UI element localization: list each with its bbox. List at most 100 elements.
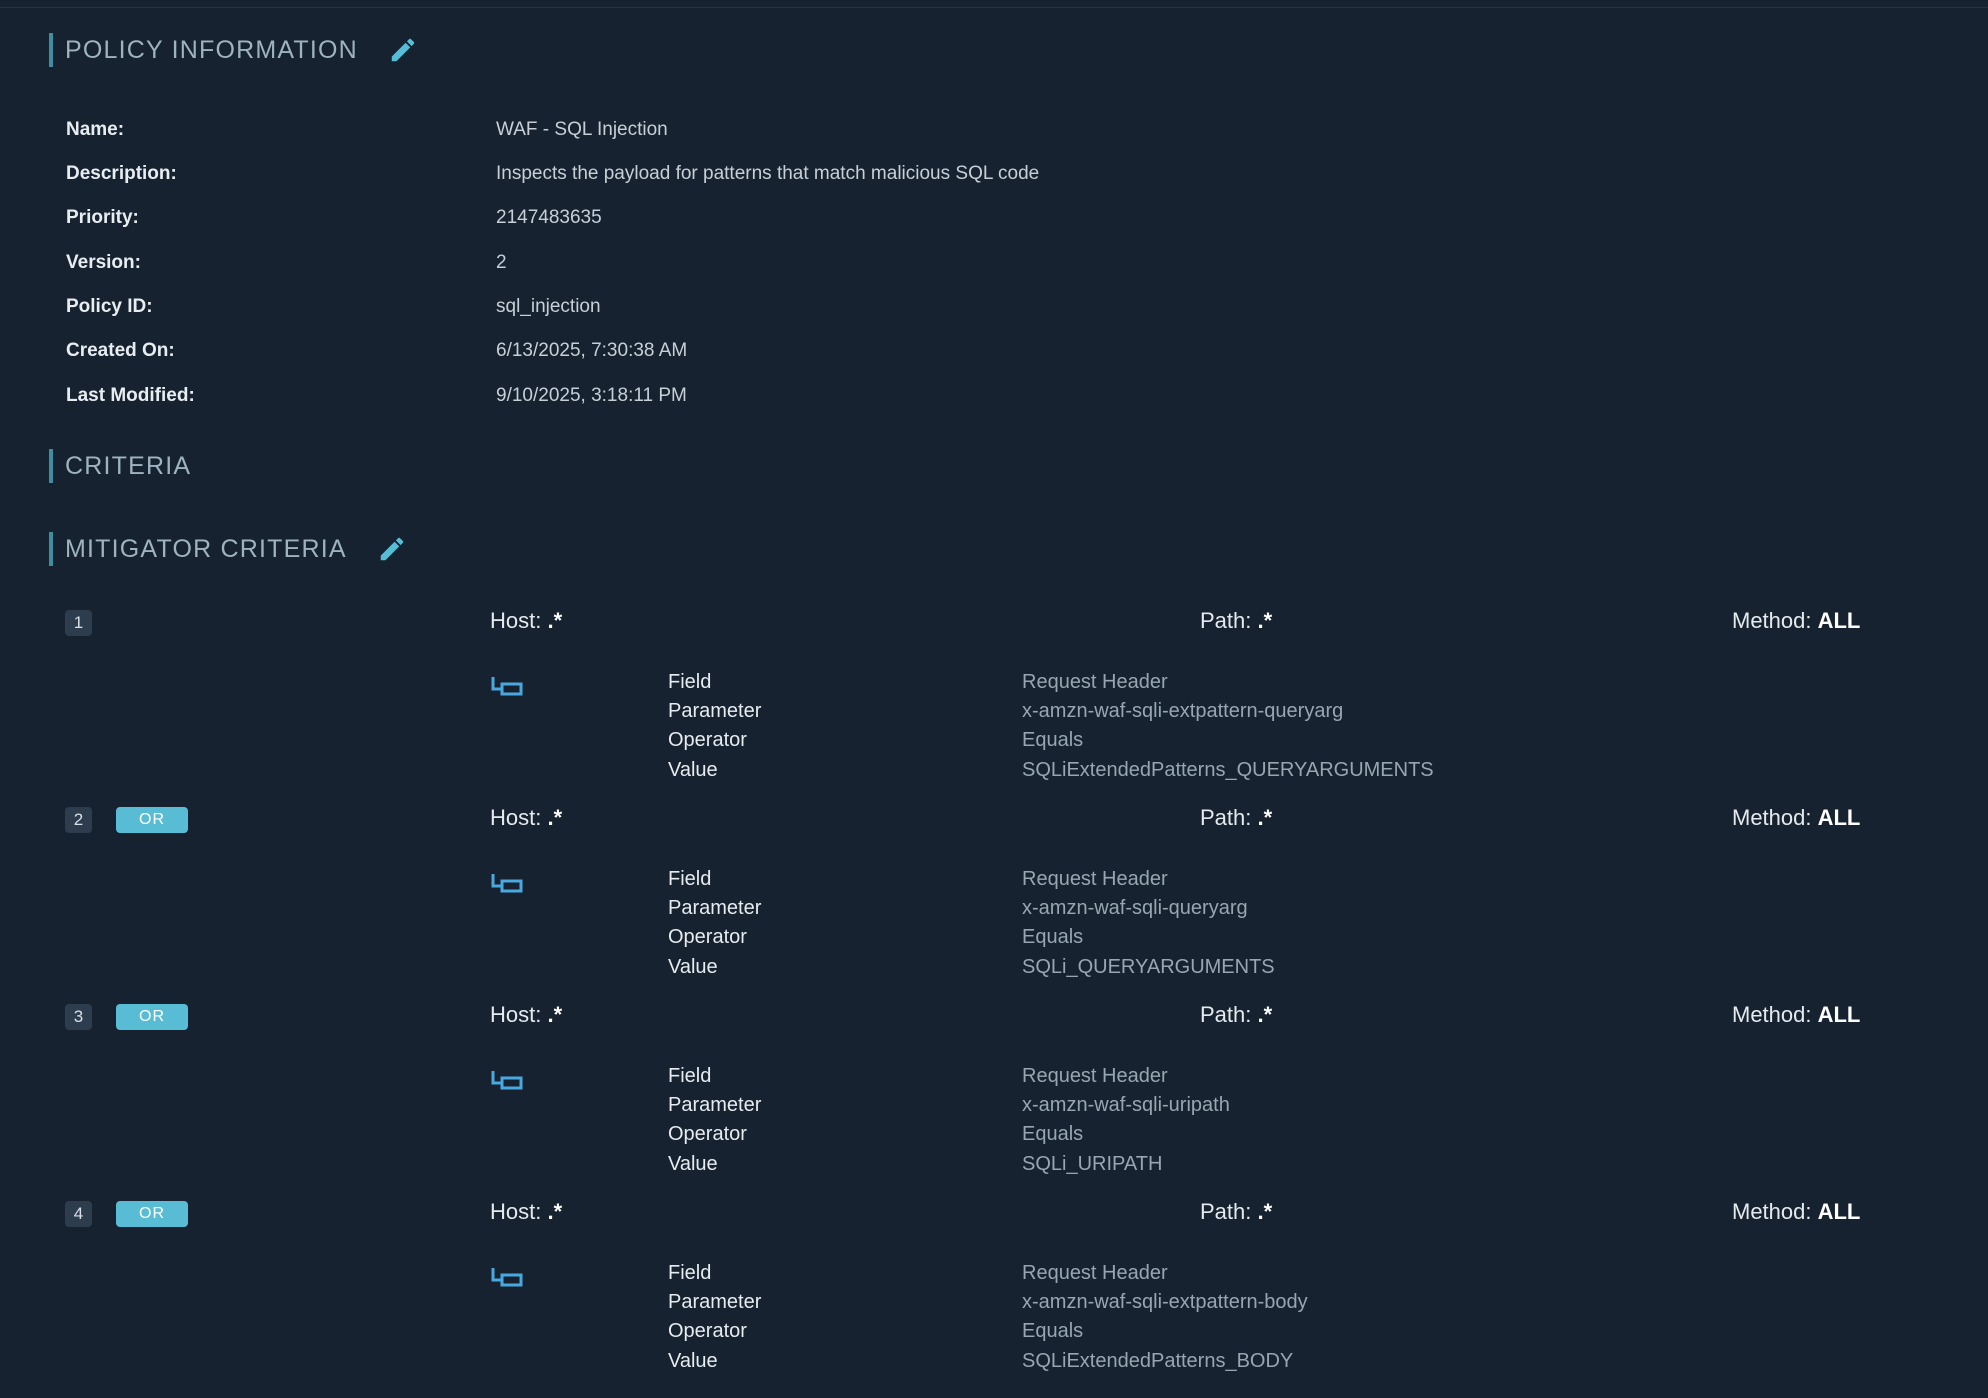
criterion-host: Host: .* bbox=[490, 1199, 562, 1225]
path-label: Path: bbox=[1200, 608, 1258, 633]
criterion-path: Path: .* bbox=[1200, 805, 1272, 831]
operator-label: Operator bbox=[668, 729, 747, 751]
host-value: .* bbox=[547, 1199, 563, 1224]
value-value: SQLi_URIPATH bbox=[1022, 1153, 1163, 1175]
info-value: 2147483635 bbox=[496, 207, 602, 228]
host-label: Host: bbox=[490, 1199, 548, 1224]
section-accent-bar bbox=[49, 449, 53, 483]
value-label: Value bbox=[668, 956, 718, 978]
operator-value: Equals bbox=[1022, 1320, 1084, 1342]
host-label: Host: bbox=[490, 608, 548, 633]
info-row-version: Version: 2 bbox=[66, 252, 1666, 282]
operator-label: Operator bbox=[668, 926, 747, 948]
info-value: Inspects the payload for patterns that m… bbox=[496, 163, 1040, 184]
criterion-method: Method: ALL bbox=[1732, 1002, 1860, 1028]
criterion-path: Path: .* bbox=[1200, 1002, 1272, 1028]
info-row-policy-id: Policy ID: sql_injection bbox=[66, 296, 1666, 326]
operator-label: Operator bbox=[668, 1320, 747, 1342]
info-label: Priority: bbox=[66, 207, 139, 228]
method-value: ALL bbox=[1817, 805, 1861, 830]
value-value: SQLiExtendedPatterns_QUERYARGUMENTS bbox=[1022, 759, 1434, 781]
sub-condition-icon bbox=[490, 872, 524, 896]
info-row-priority: Priority: 2147483635 bbox=[66, 207, 1666, 237]
criterion-method: Method: ALL bbox=[1732, 805, 1860, 831]
criterion-number: 4 bbox=[65, 1201, 92, 1227]
path-value: .* bbox=[1257, 805, 1273, 830]
info-label: Policy ID: bbox=[66, 296, 153, 317]
field-label: Field bbox=[668, 671, 712, 693]
field-label: Field bbox=[668, 868, 712, 890]
criterion-method: Method: ALL bbox=[1732, 608, 1860, 634]
criterion-path: Path: .* bbox=[1200, 608, 1272, 634]
criterion-item: 3 OR Host: .* Path: .* Method: ALL Field… bbox=[0, 1002, 1988, 1201]
operator-value: Equals bbox=[1022, 1123, 1084, 1145]
method-label: Method: bbox=[1732, 608, 1818, 633]
criteria-header: CRITERIA bbox=[49, 448, 191, 484]
info-value: 6/13/2025, 7:30:38 AM bbox=[496, 340, 688, 361]
criterion-item: 2 OR Host: .* Path: .* Method: ALL Field… bbox=[0, 805, 1988, 1004]
method-label: Method: bbox=[1732, 1199, 1818, 1224]
info-label: Created On: bbox=[66, 340, 175, 361]
parameter-value: x-amzn-waf-sqli-extpattern-body bbox=[1022, 1291, 1308, 1313]
field-label: Field bbox=[668, 1262, 712, 1284]
info-value: WAF - SQL Injection bbox=[496, 119, 668, 140]
path-value: .* bbox=[1257, 608, 1273, 633]
criterion-item: 1 Host: .* Path: .* Method: ALL Field Re… bbox=[0, 608, 1988, 807]
info-row-name: Name: WAF - SQL Injection bbox=[66, 119, 1666, 149]
or-badge: OR bbox=[116, 1004, 188, 1030]
info-row-last-modified: Last Modified: 9/10/2025, 3:18:11 PM bbox=[66, 385, 1666, 415]
top-divider bbox=[0, 0, 1988, 8]
operator-value: Equals bbox=[1022, 926, 1084, 948]
criterion-host: Host: .* bbox=[490, 608, 562, 634]
path-label: Path: bbox=[1200, 1002, 1258, 1027]
sub-condition-icon bbox=[490, 1069, 524, 1093]
criterion-method: Method: ALL bbox=[1732, 1199, 1860, 1225]
policy-information-header: POLICY INFORMATION bbox=[49, 32, 418, 68]
path-label: Path: bbox=[1200, 805, 1258, 830]
parameter-value: x-amzn-waf-sqli-queryarg bbox=[1022, 897, 1248, 919]
mitigator-criteria-header: MITIGATOR CRITERIA bbox=[49, 531, 407, 567]
sub-condition-icon bbox=[490, 675, 524, 699]
criterion-number: 1 bbox=[65, 610, 92, 636]
operator-label: Operator bbox=[668, 1123, 747, 1145]
parameter-value: x-amzn-waf-sqli-extpattern-queryarg bbox=[1022, 700, 1344, 722]
host-label: Host: bbox=[490, 1002, 548, 1027]
parameter-label: Parameter bbox=[668, 897, 762, 919]
criterion-item: 4 OR Host: .* Path: .* Method: ALL Field… bbox=[0, 1199, 1988, 1398]
info-row-description: Description: Inspects the payload for pa… bbox=[66, 163, 1666, 193]
parameter-label: Parameter bbox=[668, 1094, 762, 1116]
or-badge: OR bbox=[116, 807, 188, 833]
pencil-icon[interactable] bbox=[388, 35, 418, 65]
host-value: .* bbox=[547, 608, 563, 633]
operator-value: Equals bbox=[1022, 729, 1084, 751]
criterion-path: Path: .* bbox=[1200, 1199, 1272, 1225]
host-label: Host: bbox=[490, 805, 548, 830]
method-value: ALL bbox=[1817, 1002, 1861, 1027]
value-label: Value bbox=[668, 1153, 718, 1175]
info-value: 2 bbox=[496, 252, 507, 273]
value-label: Value bbox=[668, 1350, 718, 1372]
value-value: SQLi_QUERYARGUMENTS bbox=[1022, 956, 1275, 978]
path-label: Path: bbox=[1200, 1199, 1258, 1224]
info-value: sql_injection bbox=[496, 296, 601, 317]
method-value: ALL bbox=[1817, 608, 1861, 633]
section-title: POLICY INFORMATION bbox=[65, 35, 358, 64]
info-label: Description: bbox=[66, 163, 177, 184]
section-accent-bar bbox=[49, 532, 53, 566]
info-row-created-on: Created On: 6/13/2025, 7:30:38 AM bbox=[66, 340, 1666, 370]
pencil-icon[interactable] bbox=[377, 534, 407, 564]
info-label: Name: bbox=[66, 119, 125, 140]
host-value: .* bbox=[547, 1002, 563, 1027]
host-value: .* bbox=[547, 805, 563, 830]
info-label: Version: bbox=[66, 252, 141, 273]
criterion-host: Host: .* bbox=[490, 1002, 562, 1028]
parameter-value: x-amzn-waf-sqli-uripath bbox=[1022, 1094, 1230, 1116]
field-value: Request Header bbox=[1022, 671, 1168, 693]
criterion-host: Host: .* bbox=[490, 805, 562, 831]
info-value: 9/10/2025, 3:18:11 PM bbox=[496, 385, 687, 406]
method-label: Method: bbox=[1732, 805, 1818, 830]
field-label: Field bbox=[668, 1065, 712, 1087]
criterion-number: 3 bbox=[65, 1004, 92, 1030]
parameter-label: Parameter bbox=[668, 700, 762, 722]
field-value: Request Header bbox=[1022, 1262, 1168, 1284]
